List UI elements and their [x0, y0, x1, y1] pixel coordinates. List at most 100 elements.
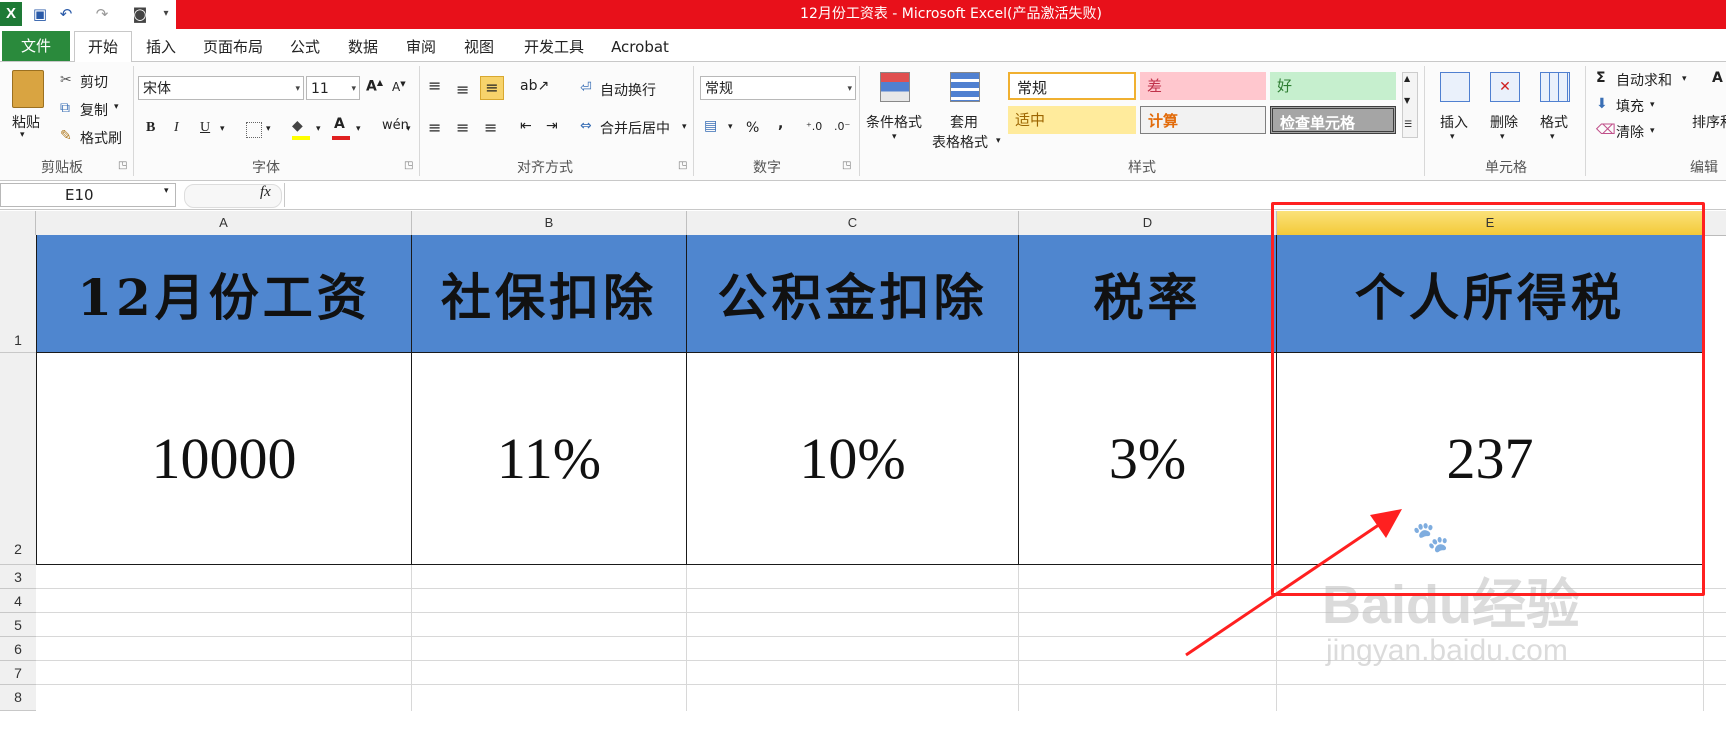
style-bad[interactable]: 差 — [1140, 72, 1266, 100]
table-format-dropdown-icon[interactable]: ▾ — [996, 136, 1001, 146]
percent-button[interactable]: % — [746, 120, 759, 136]
italic-button[interactable]: I — [174, 120, 179, 136]
shrink-font-icon[interactable]: A▼ — [392, 80, 406, 94]
border-dropdown-icon[interactable]: ▾ — [266, 124, 271, 134]
align-left-icon[interactable]: ≡ — [428, 118, 441, 137]
fill-dropdown-icon[interactable]: ▾ — [1650, 100, 1655, 110]
align-bottom-icon[interactable]: ≡ — [480, 76, 504, 100]
paste-icon[interactable] — [12, 70, 44, 108]
insert-dropdown-icon[interactable]: ▾ — [1450, 132, 1455, 142]
font-name-combo[interactable]: 宋体 ▾ — [138, 76, 304, 100]
copy-icon[interactable]: ⧉ — [60, 100, 70, 116]
tab-developer[interactable]: 开发工具 — [518, 34, 590, 60]
wrap-text-icon[interactable]: ⏎ — [580, 80, 592, 96]
underline-button[interactable]: U — [200, 120, 210, 136]
grow-font-icon[interactable]: A▲ — [366, 78, 383, 95]
table-format-button-line2[interactable]: 表格格式 — [932, 132, 988, 152]
autosum-button[interactable]: 自动求和 — [1616, 70, 1672, 90]
sigma-icon[interactable]: Σ — [1596, 70, 1606, 86]
table-format-button-line1[interactable]: 套用 — [950, 112, 978, 132]
merge-center-icon[interactable]: ⇔ — [580, 118, 592, 134]
insert-cells-icon[interactable] — [1440, 72, 1470, 102]
clipboard-launcher-icon[interactable]: ◳ — [118, 160, 127, 171]
row-header-4[interactable]: 4 — [0, 589, 36, 613]
scissors-icon[interactable]: ✂ — [60, 72, 72, 88]
chevron-up-icon[interactable]: ▲ — [1404, 74, 1410, 83]
increase-indent-icon[interactable]: ⇥ — [546, 118, 558, 134]
orientation-icon[interactable]: ab↗ — [520, 78, 549, 94]
gallery-more-icon[interactable]: ☰ — [1404, 120, 1412, 130]
select-all-button[interactable] — [0, 211, 36, 235]
clear-button[interactable]: 清除 — [1616, 122, 1644, 142]
cell-c1[interactable]: 公积金扣除 — [687, 235, 1019, 353]
insert-cells-button[interactable]: 插入 — [1440, 112, 1468, 132]
align-top-icon[interactable]: ≡ — [428, 76, 441, 95]
eraser-icon[interactable]: ⌫ — [1596, 122, 1616, 138]
customize-qat-icon[interactable]: ▾ — [156, 4, 176, 24]
fill-down-icon[interactable]: ⬇ — [1596, 96, 1608, 112]
redo-icon[interactable]: ↷ — [92, 4, 112, 24]
cell-b2[interactable]: 11% — [412, 353, 687, 565]
clear-dropdown-icon[interactable]: ▾ — [1650, 126, 1655, 136]
column-header-b[interactable]: B — [412, 211, 687, 235]
cell-c2[interactable]: 10% — [687, 353, 1019, 565]
font-size-combo[interactable]: 11 ▾ — [306, 76, 360, 100]
copy-button[interactable]: 复制 — [80, 100, 108, 120]
delete-cells-button[interactable]: 删除 — [1490, 112, 1518, 132]
fill-color-icon[interactable]: ◆ — [292, 118, 303, 134]
column-header-d[interactable]: D — [1019, 211, 1277, 235]
row-header-8[interactable]: 8 — [0, 685, 36, 711]
decrease-decimal-icon[interactable]: .0⁻ — [834, 120, 850, 133]
chevron-down-icon[interactable]: ▼ — [1404, 96, 1410, 105]
tab-page-layout[interactable]: 页面布局 — [198, 34, 268, 60]
alignment-launcher-icon[interactable]: ◳ — [678, 160, 687, 171]
tab-file[interactable]: 文件 — [2, 31, 70, 61]
tab-acrobat[interactable]: Acrobat — [604, 34, 676, 60]
align-center-icon[interactable]: ≡ — [456, 118, 469, 137]
cell-d1[interactable]: 税率 — [1019, 235, 1277, 353]
tab-insert[interactable]: 插入 — [140, 34, 182, 60]
autosum-dropdown-icon[interactable]: ▾ — [1682, 74, 1687, 84]
cut-button[interactable]: 剪切 — [80, 72, 108, 92]
decrease-indent-icon[interactable]: ⇤ — [520, 118, 532, 134]
underline-dropdown-icon[interactable]: ▾ — [220, 124, 225, 134]
name-box[interactable]: E10 — [0, 183, 176, 207]
format-cells-icon[interactable] — [1540, 72, 1570, 102]
style-good[interactable]: 好 — [1270, 72, 1396, 100]
cell-a1[interactable]: 12月份工资 — [36, 235, 412, 353]
delete-cells-icon[interactable]: ✕ — [1490, 72, 1520, 102]
row-header-5[interactable]: 5 — [0, 613, 36, 637]
accounting-format-icon[interactable]: ▤ — [704, 118, 717, 134]
fill-color-dropdown-icon[interactable]: ▾ — [316, 124, 321, 134]
bold-button[interactable]: B — [146, 120, 155, 136]
phonetic-icon[interactable]: wén — [382, 118, 409, 133]
format-dropdown-icon[interactable]: ▾ — [1550, 132, 1555, 142]
copy-dropdown-icon[interactable]: ▾ — [114, 102, 119, 112]
row-header-2[interactable]: 2 — [0, 353, 36, 565]
format-cells-button[interactable]: 格式 — [1540, 112, 1568, 132]
camera-icon[interactable]: ◙ — [130, 4, 150, 24]
tab-formulas[interactable]: 公式 — [284, 34, 326, 60]
table-format-icon[interactable] — [950, 72, 980, 102]
insert-function-button[interactable]: fx — [260, 184, 271, 201]
font-color-icon[interactable]: A — [334, 116, 345, 132]
sort-filter-button[interactable]: 排序和 — [1692, 112, 1726, 132]
wrap-text-button[interactable]: 自动换行 — [600, 80, 656, 100]
save-icon[interactable]: ▣ — [30, 4, 50, 24]
column-header-c[interactable]: C — [687, 211, 1019, 235]
number-format-combo[interactable]: 常规 ▾ — [700, 76, 856, 100]
conditional-format-button[interactable]: 条件格式 — [866, 112, 922, 132]
cell-a2[interactable]: 10000 — [36, 353, 412, 565]
merge-dropdown-icon[interactable]: ▾ — [682, 122, 687, 132]
undo-icon[interactable]: ↶ — [56, 4, 76, 24]
border-icon[interactable] — [246, 122, 262, 138]
tab-home[interactable]: 开始 — [74, 31, 132, 62]
sort-icon[interactable]: A — [1712, 70, 1723, 86]
align-middle-icon[interactable]: ≡ — [456, 80, 469, 99]
tab-view[interactable]: 视图 — [458, 34, 500, 60]
format-painter-button[interactable]: 格式刷 — [80, 128, 122, 148]
conditional-format-icon[interactable] — [880, 72, 910, 102]
cell-b1[interactable]: 社保扣除 — [412, 235, 687, 353]
number-launcher-icon[interactable]: ◳ — [842, 160, 851, 171]
column-header-a[interactable]: A — [36, 211, 412, 235]
